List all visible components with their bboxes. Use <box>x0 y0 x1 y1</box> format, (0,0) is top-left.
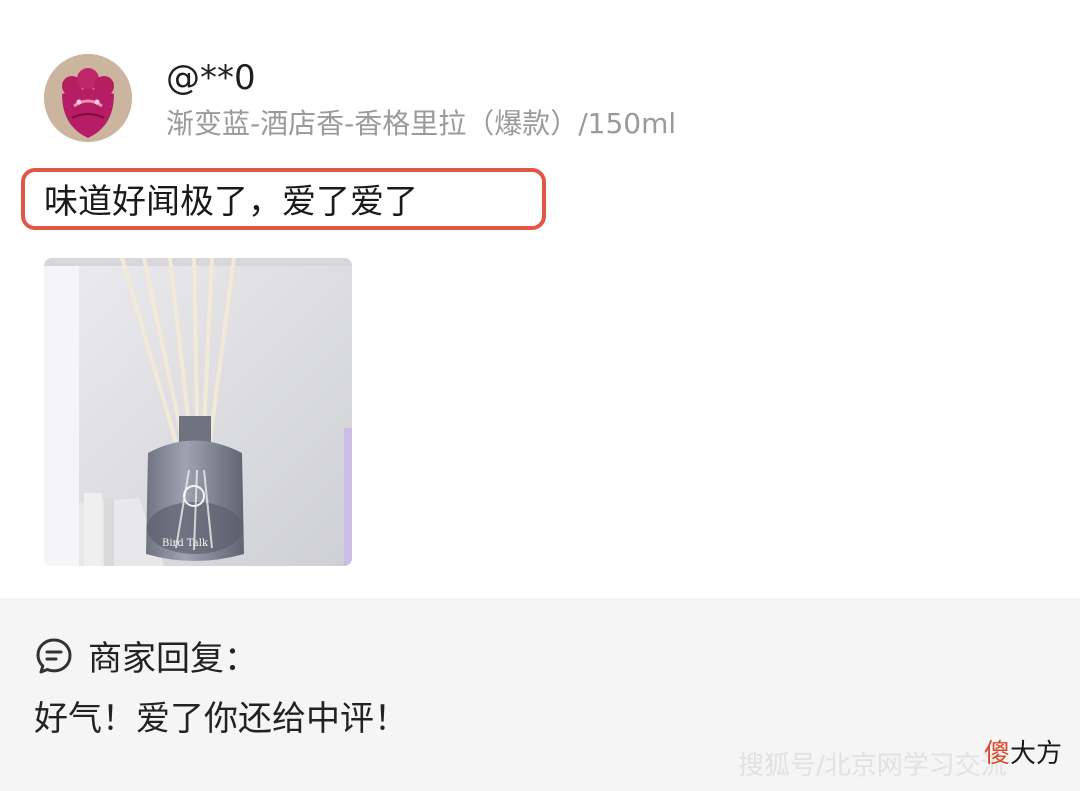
watermark: 搜狐号/北京网学习交流 <box>738 751 1007 781</box>
review-text: 味道好闻极了，爱了爱了 <box>44 182 418 222</box>
cartoon-avatar-icon <box>44 54 132 142</box>
brand-logo-rest: 大方 <box>1009 739 1062 769</box>
review-photo[interactable]: Bird Talk <box>44 258 352 566</box>
bottle-label-text: Bird Talk <box>162 538 209 549</box>
brand-logo-accent: 傻 <box>983 739 1010 769</box>
merchant-reply-title: 商家回复： <box>88 639 258 679</box>
chat-bubble-icon <box>34 636 74 676</box>
reed-diffuser-image: Bird Talk <box>44 258 352 566</box>
review-card: @**0 渐变蓝-酒店香-香格里拉（爆款）/150ml 味道好闻极了，爱了爱了 <box>0 0 1080 598</box>
username[interactable]: @**0 <box>166 56 256 100</box>
product-variant: 渐变蓝-酒店香-香格里拉（爆款）/150ml <box>166 107 677 140</box>
user-avatar[interactable] <box>44 54 132 142</box>
brand-logo: 傻大方 <box>984 737 1062 771</box>
merchant-reply-text: 好气！爱了你还给中评！ <box>34 699 408 739</box>
